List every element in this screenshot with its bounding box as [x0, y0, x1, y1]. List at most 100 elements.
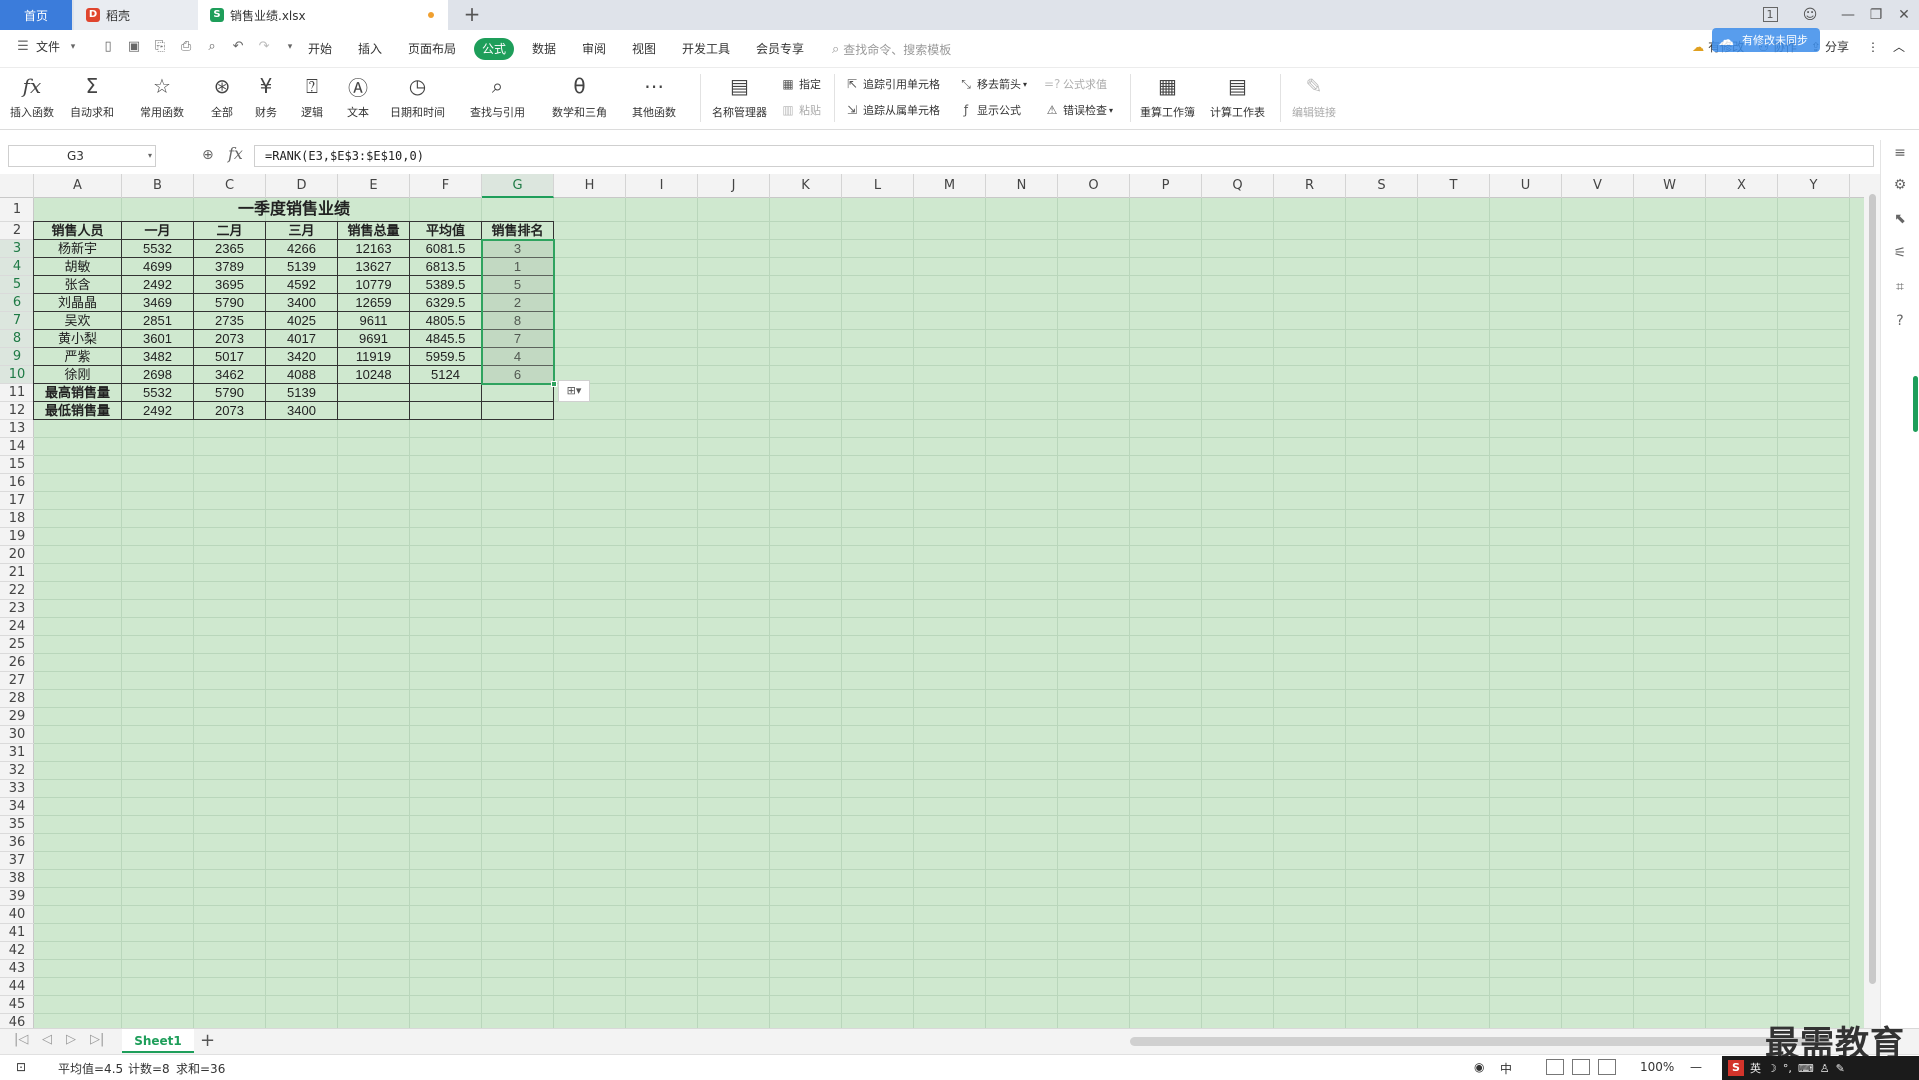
other-functions-button[interactable]: ⋯ 其他函数	[632, 70, 676, 128]
row-header-31[interactable]: 31	[0, 744, 34, 762]
table-cell[interactable]: 3462	[193, 365, 266, 384]
row-header-3[interactable]: 3	[0, 240, 34, 258]
table-header-cell[interactable]: 平均值	[409, 221, 482, 240]
row-header-2[interactable]: 2	[0, 222, 34, 240]
tab-developer[interactable]: 开发工具	[674, 38, 738, 60]
summary-cell[interactable]	[337, 383, 410, 402]
table-cell[interactable]: 2735	[193, 311, 266, 330]
new-tab-button[interactable]: +	[460, 3, 484, 27]
table-cell[interactable]: 4025	[265, 311, 338, 330]
pointer-icon[interactable]: ⬉	[1891, 210, 1909, 228]
more-options-icon[interactable]: ⋮	[1867, 40, 1879, 54]
tab-member[interactable]: 会员专享	[748, 38, 812, 60]
row-header-23[interactable]: 23	[0, 600, 34, 618]
evaluate-formula-button[interactable]: =? 公式求值	[1044, 74, 1107, 94]
hamburger-icon[interactable]: ☰	[15, 39, 31, 55]
tab-home-ribbon[interactable]: 开始	[300, 38, 340, 60]
table-cell[interactable]: 5017	[193, 347, 266, 366]
table-cell[interactable]: 5532	[121, 239, 194, 258]
autofill-options-icon[interactable]: ⊞▾	[558, 380, 590, 402]
vertical-scrollbar[interactable]	[1864, 174, 1880, 1028]
new-file-icon[interactable]: ▯	[100, 39, 116, 55]
panel-menu-icon[interactable]: ≡	[1891, 144, 1909, 162]
input-mode-icon[interactable]: 中	[1500, 1060, 1512, 1077]
row-header-10[interactable]: 10	[0, 366, 34, 384]
table-cell[interactable]: 胡敏	[33, 257, 122, 276]
remove-arrows-button[interactable]: ⤡ 移去箭头 ▾	[958, 74, 1027, 94]
prev-sheet-icon[interactable]: ◁	[42, 1032, 52, 1047]
avatar[interactable]: ☺	[1796, 4, 1824, 26]
column-header-b[interactable]: B	[122, 174, 194, 198]
table-cell[interactable]: 4592	[265, 275, 338, 294]
table-cell[interactable]: 2073	[193, 329, 266, 348]
row-header-43[interactable]: 43	[0, 960, 34, 978]
row-header-4[interactable]: 4	[0, 258, 34, 276]
financial-button[interactable]: ¥ 财务	[252, 70, 280, 128]
row-header-7[interactable]: 7	[0, 312, 34, 330]
vertical-scroll-thumb[interactable]	[1869, 194, 1876, 984]
summary-cell[interactable]	[337, 401, 410, 420]
row-header-12[interactable]: 12	[0, 402, 34, 420]
column-header-r[interactable]: R	[1274, 174, 1346, 198]
show-formulas-button[interactable]: ƒ 显示公式	[958, 100, 1021, 120]
row-header-29[interactable]: 29	[0, 708, 34, 726]
row-header-45[interactable]: 45	[0, 996, 34, 1014]
restore-icon[interactable]: ❐	[1862, 4, 1890, 26]
row-header-24[interactable]: 24	[0, 618, 34, 636]
table-cell[interactable]: 严紫	[33, 347, 122, 366]
select-all-corner[interactable]	[0, 174, 34, 198]
insert-function-button[interactable]: fx 插入函数	[10, 70, 54, 128]
table-cell[interactable]: 13627	[337, 257, 410, 276]
calc-sheet-button[interactable]: ▤ 计算工作表	[1210, 70, 1265, 128]
row-header-15[interactable]: 15	[0, 456, 34, 474]
summary-cell[interactable]: 最高销售量	[33, 383, 122, 402]
tab-docer[interactable]: D 稻壳	[74, 0, 198, 30]
formula-input[interactable]: =RANK(E3,$E$3:$E$10,0)	[254, 145, 1874, 167]
row-header-34[interactable]: 34	[0, 798, 34, 816]
table-cell[interactable]: 4699	[121, 257, 194, 276]
table-cell[interactable]: 黄小梨	[33, 329, 122, 348]
row-header-6[interactable]: 6	[0, 294, 34, 312]
table-cell[interactable]: 9611	[337, 311, 410, 330]
date-time-button[interactable]: ◷ 日期和时间	[390, 70, 445, 128]
summary-cell[interactable]	[409, 401, 482, 420]
row-header-14[interactable]: 14	[0, 438, 34, 456]
table-cell[interactable]: 10248	[337, 365, 410, 384]
tab-home[interactable]: 首页	[0, 0, 72, 30]
column-header-a[interactable]: A	[34, 174, 122, 198]
row-header-27[interactable]: 27	[0, 672, 34, 690]
row-header-35[interactable]: 35	[0, 816, 34, 834]
eye-protect-icon[interactable]: ◉	[1474, 1060, 1484, 1074]
summary-cell[interactable]: 5532	[121, 383, 194, 402]
table-cell[interactable]: 2492	[121, 275, 194, 294]
lookup-reference-button[interactable]: ⌕ 查找与引用	[470, 70, 525, 128]
table-cell[interactable]: 5124	[409, 365, 482, 384]
column-header-j[interactable]: J	[698, 174, 770, 198]
export-icon[interactable]: ⎘	[152, 39, 168, 55]
table-cell[interactable]: 2698	[121, 365, 194, 384]
table-header-cell[interactable]: 二月	[193, 221, 266, 240]
row-header-38[interactable]: 38	[0, 870, 34, 888]
table-cell[interactable]: 11919	[337, 347, 410, 366]
share-button[interactable]: 分享	[1825, 38, 1849, 55]
table-cell[interactable]: 4017	[265, 329, 338, 348]
row-header-26[interactable]: 26	[0, 654, 34, 672]
add-sheet-button[interactable]: +	[200, 1030, 215, 1051]
logical-button[interactable]: ⍰ 逻辑	[298, 70, 326, 128]
table-cell[interactable]: 2851	[121, 311, 194, 330]
paste-name-button[interactable]: ▥ 粘贴	[780, 100, 821, 120]
summary-cell[interactable]	[481, 401, 554, 420]
common-functions-button[interactable]: ☆ 常用函数	[140, 70, 184, 128]
column-header-u[interactable]: U	[1490, 174, 1562, 198]
table-cell[interactable]: 徐刚	[33, 365, 122, 384]
help-icon[interactable]: ?	[1891, 312, 1909, 330]
row-header-37[interactable]: 37	[0, 852, 34, 870]
row-header-39[interactable]: 39	[0, 888, 34, 906]
row-header-1[interactable]: 1	[0, 198, 34, 222]
table-cell[interactable]: 5389.5	[409, 275, 482, 294]
name-box[interactable]: G3 ▾	[8, 145, 156, 167]
table-header-cell[interactable]: 一月	[121, 221, 194, 240]
table-cell[interactable]: 6081.5	[409, 239, 482, 258]
table-cell[interactable]: 4845.5	[409, 329, 482, 348]
text-functions-button[interactable]: Ⓐ 文本	[344, 70, 372, 128]
